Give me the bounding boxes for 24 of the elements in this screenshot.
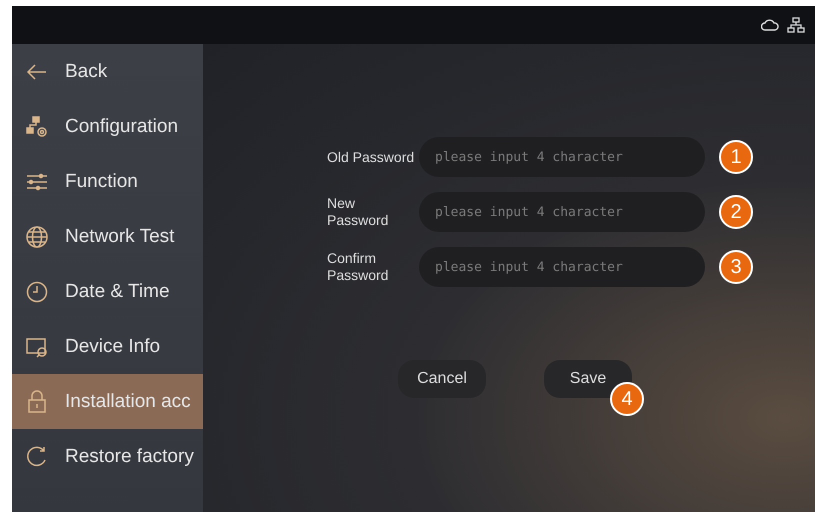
clock-icon (25, 280, 49, 304)
step-number-badge: 4 (610, 382, 644, 416)
field-label: New Password (327, 195, 390, 229)
password-field[interactable]: please input 4 character (419, 247, 705, 287)
sidebar-item[interactable]: Device Info (12, 319, 203, 374)
sidebar-item[interactable]: Back (12, 44, 203, 99)
step-number-badge: 1 (719, 140, 753, 174)
sidebar-item[interactable]: Network Test (12, 209, 203, 264)
globe-icon (25, 224, 49, 248)
cancel-button[interactable]: Cancel (398, 360, 486, 398)
network-icon (787, 17, 805, 33)
sidebar-item[interactable]: Installation acc (12, 374, 203, 429)
sidebar-item[interactable]: Restore factory (12, 429, 203, 484)
sidebar-item[interactable]: Function (12, 154, 203, 209)
password-field[interactable]: please input 4 character (419, 192, 705, 232)
password-field[interactable]: please input 4 character (419, 137, 705, 177)
hierarchy-gear-icon (25, 114, 49, 138)
sidebar-item[interactable]: Date & Time (12, 264, 203, 319)
step-number-badge: 2 (719, 195, 753, 229)
field-label: Confirm Password (327, 250, 390, 284)
cloud-icon (761, 19, 779, 31)
sidebar-item[interactable]: Configuration (12, 99, 203, 154)
step-number-badge: 3 (719, 250, 753, 284)
field-label: Old Password (327, 148, 416, 166)
